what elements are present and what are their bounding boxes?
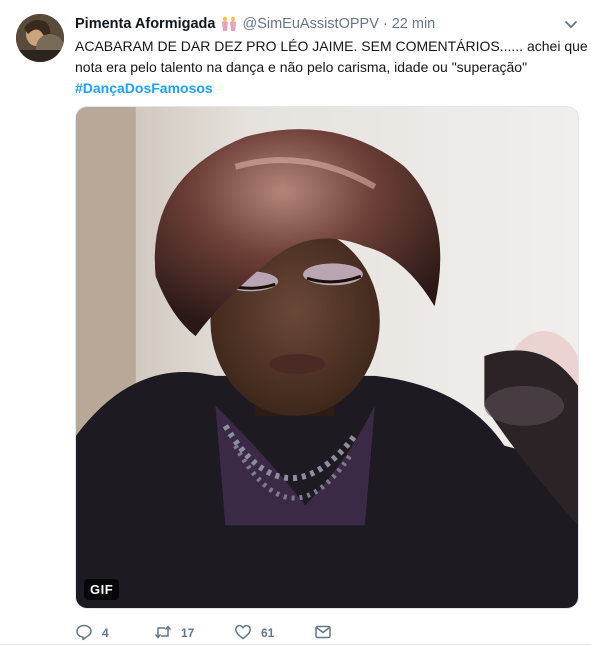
retweet-count: 17: [181, 626, 195, 640]
retweet-button[interactable]: 17: [154, 623, 234, 644]
tweet-header: Pimenta Aformigada @SimEuAssistOPPV · 22…: [75, 14, 579, 34]
user-handle[interactable]: @SimEuAssistOPPV: [242, 16, 378, 32]
display-name[interactable]: Pimenta Aformigada: [75, 16, 215, 32]
retweet-icon: [154, 623, 172, 644]
gif-badge: GIF: [84, 579, 120, 600]
chevron-down-icon[interactable]: [563, 16, 579, 32]
tweet-gif-media[interactable]: GIF: [75, 106, 579, 609]
tweet-text-line-2: nota era pelo talento na dança e não pel…: [75, 59, 528, 75]
direct-message-button[interactable]: [314, 623, 332, 644]
like-count: 61: [261, 626, 275, 640]
tweet-card[interactable]: Pimenta Aformigada @SimEuAssistOPPV · 22…: [0, 0, 591, 645]
tweet-timestamp[interactable]: 22 min: [392, 16, 436, 32]
hashtag-link[interactable]: #DançaDosFamosos: [75, 78, 575, 99]
reply-button[interactable]: 4: [75, 623, 154, 644]
tweet-text-line-1: ACABARAM DE DAR DEZ PRO LÉO JAIME. SEM C…: [75, 38, 591, 54]
heart-icon: [234, 623, 252, 644]
dancers-emoji-icon: [220, 16, 238, 32]
reply-count: 4: [102, 626, 109, 640]
separator-dot: ·: [382, 16, 388, 32]
gif-frame-image: [76, 107, 578, 608]
like-button[interactable]: 61: [234, 623, 314, 644]
reply-icon: [75, 623, 93, 644]
envelope-icon: [314, 623, 332, 644]
tweet-actions: 4 17 61: [75, 622, 332, 644]
avatar[interactable]: [16, 14, 64, 62]
tweet-text: ACABARAM DE DAR DEZ PRO LÉO JAIME. SEM C…: [75, 36, 591, 99]
